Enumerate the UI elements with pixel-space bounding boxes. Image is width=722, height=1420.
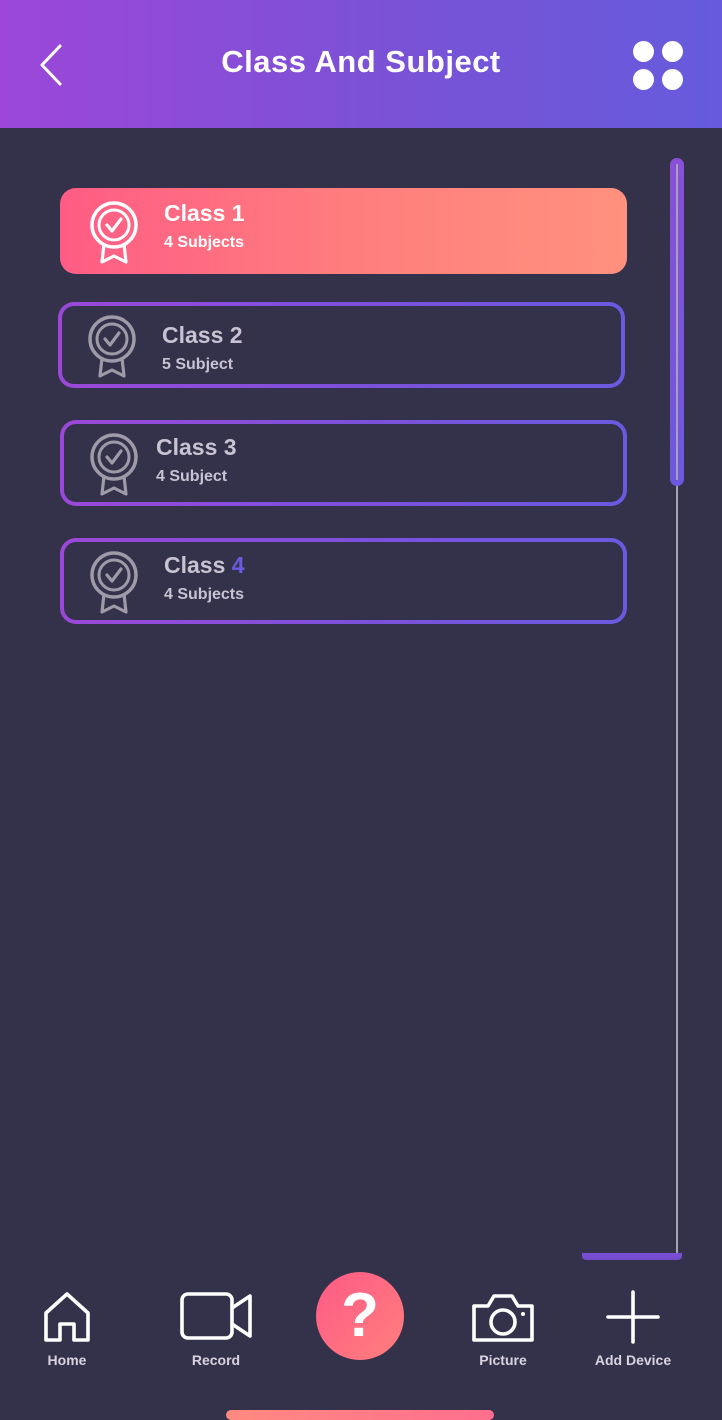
nav-record[interactable]: Record bbox=[172, 1288, 260, 1368]
class-card-3[interactable]: Class 3 4 Subject bbox=[60, 420, 627, 506]
menu-button[interactable] bbox=[628, 36, 688, 96]
class-number-highlight: 4 bbox=[231, 552, 245, 578]
help-button[interactable]: ? bbox=[316, 1272, 404, 1360]
award-badge-icon bbox=[90, 433, 138, 496]
class-name: Class 3 bbox=[156, 434, 237, 460]
class-name: Class 2 bbox=[162, 322, 243, 348]
top-bar: Class And Subject bbox=[0, 0, 722, 128]
award-badge-icon bbox=[90, 551, 138, 614]
subject-count: 4 Subject bbox=[156, 468, 228, 485]
help-icon: ? bbox=[341, 1281, 379, 1350]
class-name: Class 4 bbox=[164, 552, 245, 579]
home-indicator bbox=[226, 1410, 494, 1420]
bottom-nav: Home Record ? Picture Add Device bbox=[0, 1250, 722, 1420]
nav-home[interactable]: Home bbox=[34, 1288, 100, 1368]
class-card-2[interactable]: Class 2 5 Subject bbox=[58, 302, 625, 388]
video-camera-icon bbox=[180, 1292, 252, 1340]
plus-icon bbox=[606, 1290, 660, 1344]
nav-label: Home bbox=[47, 1352, 87, 1368]
subject-count: 4 Subjects bbox=[164, 234, 245, 251]
class-card-1[interactable]: Class 1 4 Subjects bbox=[60, 188, 627, 274]
award-badge-icon bbox=[88, 315, 136, 378]
class-name-prefix: Class bbox=[164, 552, 232, 578]
app-screen: Class And Subject Class 1 4 Subjects Cla… bbox=[0, 0, 722, 1420]
nav-label: Record bbox=[191, 1352, 241, 1368]
class-name: Class 1 bbox=[164, 200, 245, 226]
subject-count: 4 Subjects bbox=[164, 586, 245, 603]
nav-add-device[interactable]: Add Device bbox=[588, 1288, 678, 1368]
nav-label: Picture bbox=[479, 1352, 527, 1368]
class-card-4[interactable]: Class 4 4 Subjects bbox=[60, 538, 627, 624]
home-icon bbox=[44, 1292, 90, 1342]
nav-picture[interactable]: Picture bbox=[466, 1288, 540, 1368]
award-badge-icon bbox=[90, 201, 138, 264]
subject-count: 5 Subject bbox=[162, 356, 234, 373]
nav-label: Add Device bbox=[594, 1352, 672, 1368]
camera-icon bbox=[472, 1294, 534, 1342]
scrollbar-thumb[interactable] bbox=[670, 158, 684, 486]
page-title: Class And Subject bbox=[221, 44, 501, 79]
